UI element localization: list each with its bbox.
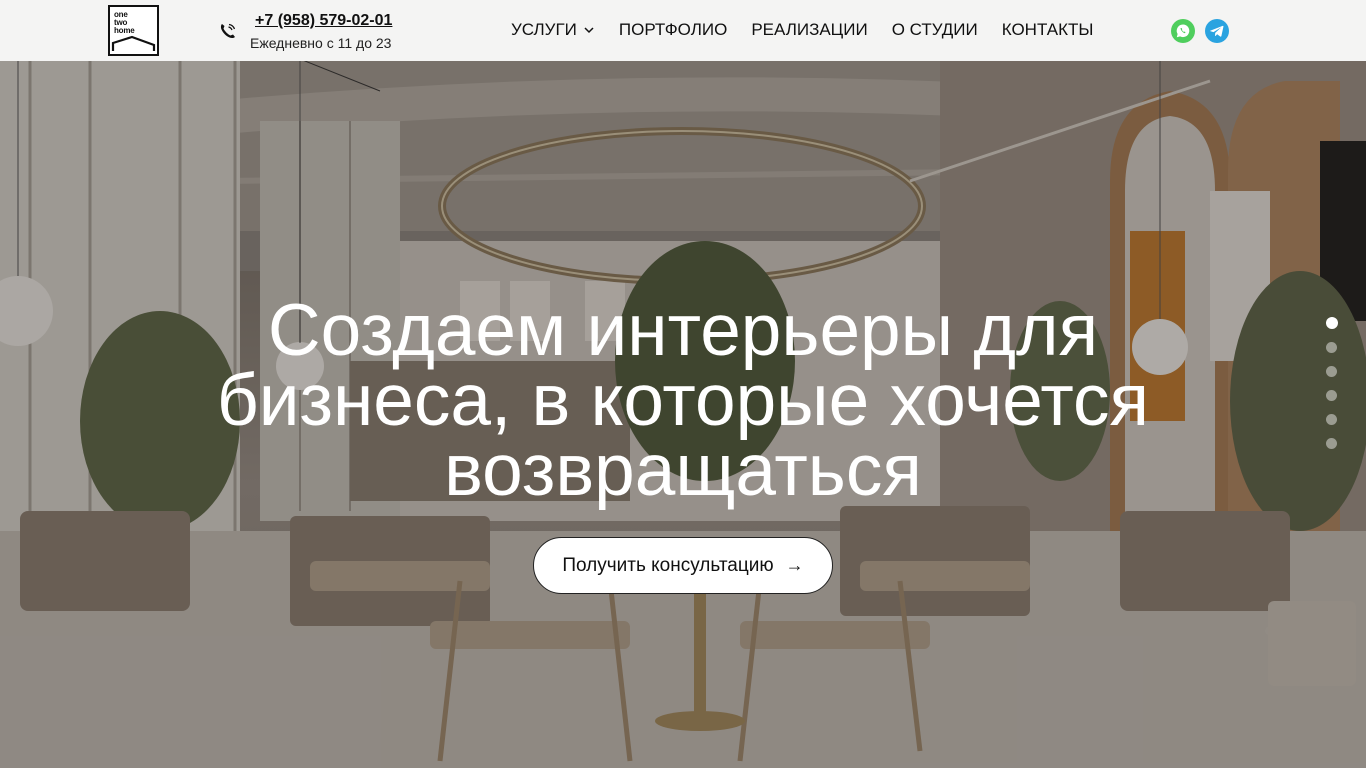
nav-item-contacts[interactable]: КОНТАКТЫ: [1002, 20, 1094, 40]
slider-dot-5[interactable]: [1326, 414, 1337, 425]
hero-title: Создаем интерьеры для бизнеса, в которые…: [183, 290, 1183, 511]
slider-dot-4[interactable]: [1326, 390, 1337, 401]
nav-item-about-label: О СТУДИИ: [891, 20, 978, 39]
consultation-button-label: Получить консультацию: [562, 554, 774, 576]
nav-item-contacts-label: КОНТАКТЫ: [1001, 20, 1094, 39]
nav-item-portfolio-label: ПОРТФОЛИО: [618, 20, 728, 39]
nav-item-services[interactable]: УСЛУГИ: [511, 20, 595, 40]
logo-house-icon: [111, 35, 156, 51]
nav-item-about[interactable]: О СТУДИИ: [892, 20, 978, 40]
telegram-link[interactable]: [1205, 19, 1229, 43]
slider-dot-3[interactable]: [1326, 366, 1337, 377]
nav-item-services-label: УСЛУГИ: [511, 20, 577, 39]
slider-pagination: [1326, 317, 1338, 462]
hero-title-line-3: возвращаться: [444, 430, 922, 511]
site-header: one two home +7 (958) 579-02-01 Ежедневн…: [0, 0, 1366, 61]
nav-item-portfolio[interactable]: ПОРТФОЛИО: [619, 20, 727, 40]
hero-title-line-2: бизнеса, в которые хочется: [216, 360, 1150, 441]
nav-item-realizations[interactable]: РЕАЛИЗАЦИИ: [751, 20, 867, 40]
slider-dot-1[interactable]: [1326, 317, 1338, 329]
whatsapp-link[interactable]: [1171, 19, 1195, 43]
arrow-right-icon: →: [785, 555, 804, 575]
consultation-button[interactable]: Получить консультацию →: [533, 537, 833, 594]
slider-dot-2[interactable]: [1326, 342, 1337, 353]
working-hours: Ежедневно с 11 до 23: [250, 35, 392, 51]
phone-icon: [218, 21, 238, 41]
main-nav: УСЛУГИ ПОРТФОЛИО РЕАЛИЗАЦИИ О СТУДИИ КОН…: [511, 20, 1117, 40]
hero-section: Создаем интерьеры для бизнеса, в которые…: [0, 61, 1366, 768]
whatsapp-icon: [1171, 19, 1195, 43]
phone-link[interactable]: +7 (958) 579-02-01: [255, 12, 392, 30]
nav-item-realizations-label: РЕАЛИЗАЦИИ: [751, 20, 868, 39]
chevron-down-icon: [584, 27, 594, 34]
telegram-icon: [1205, 19, 1229, 43]
logo[interactable]: one two home: [108, 5, 159, 56]
hero-title-line-1: Создаем интерьеры для: [267, 290, 1099, 371]
slider-dot-6[interactable]: [1326, 438, 1337, 449]
